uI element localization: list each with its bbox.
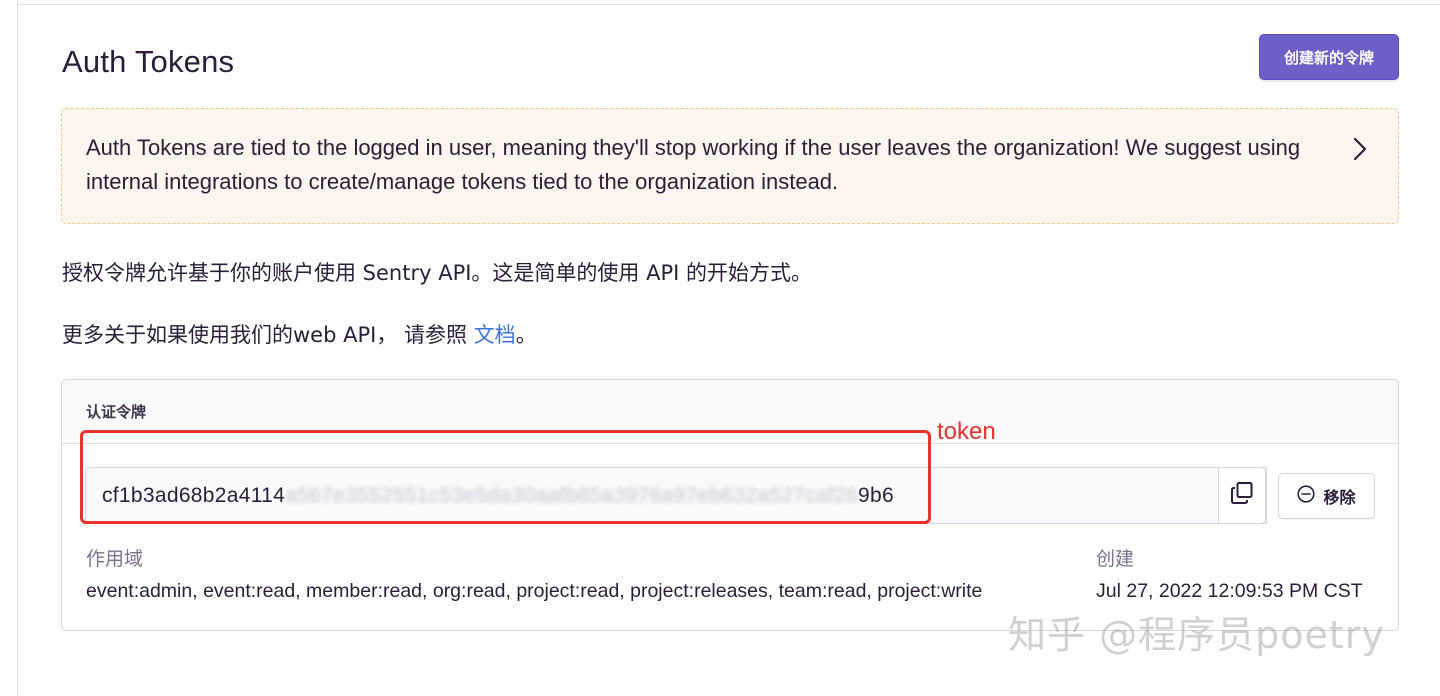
remove-label: 移除 (1323, 488, 1356, 507)
copy-token-button[interactable] (1218, 467, 1266, 524)
token-obscured: a567e3552551c53e5da30aafb85a3976a97eb632… (285, 483, 859, 507)
minus-circle-icon (1297, 485, 1316, 507)
panel-header: 认证令牌 (62, 380, 1398, 444)
created-label: 创建 (1096, 548, 1135, 570)
token-field[interactable]: cf1b3ad68b2a4114 a567e3552551c53e5da30aaf… (85, 467, 1267, 524)
docs-text-suffix: 。 (515, 323, 537, 347)
docs-text: 更多关于如果使用我们的web API， 请参照 文档。 (62, 319, 537, 349)
left-divider (17, 0, 18, 696)
watermark: 知乎 @程序员poetry (1008, 613, 1385, 657)
scope-value: event:admin, event:read, member:read, or… (86, 580, 983, 602)
token-visible-end: 9b6 (858, 483, 894, 507)
token-visible-start: cf1b3ad68b2a4114 (102, 483, 286, 507)
top-divider (17, 0, 1440, 5)
docs-link[interactable]: 文档 (474, 323, 516, 347)
scope-label: 作用域 (86, 548, 144, 570)
copy-icon (1230, 481, 1254, 510)
intro-text: 授权令牌允许基于你的账户使用 Sentry API。这是简单的使用 API 的开… (62, 261, 812, 285)
annotation-label: token (937, 418, 996, 445)
page-title: Auth Tokens (62, 44, 235, 79)
create-token-button[interactable]: 创建新的令牌 (1259, 34, 1399, 80)
auth-token-panel: 认证令牌 cf1b3ad68b2a4114 a567e3552551c53e5da… (61, 379, 1399, 631)
created-value: Jul 27, 2022 12:09:53 PM CST (1096, 580, 1363, 602)
warning-alert[interactable]: Auth Tokens are tied to the logged in us… (61, 108, 1399, 224)
remove-token-button[interactable]: 移除 (1278, 473, 1375, 519)
chevron-right-icon[interactable] (1350, 135, 1370, 163)
docs-text-prefix: 更多关于如果使用我们的web API， 请参照 (62, 323, 474, 347)
alert-text: Auth Tokens are tied to the logged in us… (86, 135, 1301, 194)
